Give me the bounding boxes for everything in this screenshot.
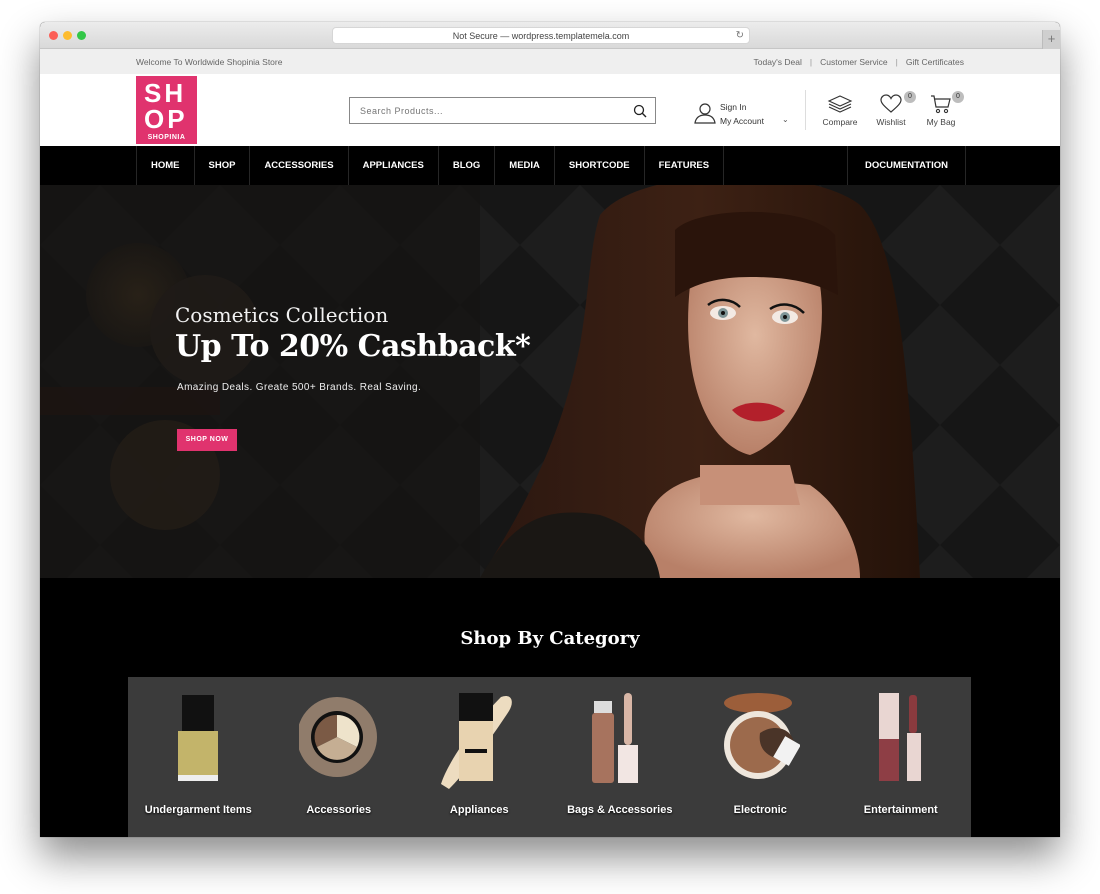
search-input[interactable] (350, 98, 620, 123)
search-box (349, 97, 656, 124)
welcome-text: Welcome To Worldwide Shopinia Store (136, 57, 283, 67)
hero-subtitle: Cosmetics Collection (175, 303, 389, 327)
nav-home[interactable]: HOME (136, 146, 194, 185)
zoom-window-button[interactable] (77, 31, 86, 40)
category-bags-accessories[interactable]: Bags & Accessories (550, 677, 691, 837)
reload-icon[interactable]: ↻ (736, 28, 744, 44)
category-electronic[interactable]: Electronic (690, 677, 831, 837)
nav-appliances[interactable]: APPLIANCES (347, 146, 438, 185)
category-appliances[interactable]: Appliances (409, 677, 550, 837)
compare-button[interactable]: Compare (818, 94, 862, 127)
gift-certificates-link[interactable]: Gift Certificates (906, 57, 964, 67)
heart-icon (880, 94, 902, 113)
hero-model-image (480, 185, 920, 578)
separator: | (895, 57, 898, 67)
nav-blog[interactable]: BLOG (437, 146, 494, 185)
top-links: Today's Deal | Customer Service | Gift C… (753, 57, 964, 67)
browser-window: Not Secure — wordpress.templatemela.com … (40, 22, 1060, 837)
wishlist-button[interactable]: Wishlist 0 (872, 91, 916, 127)
logo-line-2: OP (144, 104, 188, 134)
foundation-bottle-image (441, 693, 512, 789)
my-account-link[interactable]: My Account (720, 116, 764, 126)
category-name: Bags & Accessories (567, 804, 673, 816)
header-divider (805, 90, 806, 130)
minimize-window-button[interactable] (63, 31, 72, 40)
nav-documentation[interactable]: DOCUMENTATION (847, 146, 967, 185)
category-name: Accessories (306, 804, 372, 816)
wishlist-label: Wishlist (876, 117, 906, 127)
address-bar[interactable]: Not Secure — wordpress.templatemela.com … (332, 27, 750, 44)
category-name: Entertainment (863, 804, 938, 816)
site-header: SH OP SHOPINIA Sign In My Account ⌄ (40, 74, 1060, 146)
category-name: Undergarment Items (144, 804, 252, 816)
site-logo[interactable]: SH OP SHOPINIA (136, 76, 197, 144)
shop-by-category-section: Shop By Category Undergarment Items Acce… (40, 578, 1060, 837)
my-bag-button[interactable]: My Bag 0 (922, 91, 964, 127)
nail-polish-image (178, 695, 218, 781)
nav-features[interactable]: FEATURES (643, 146, 725, 185)
category-undergarment-items[interactable]: Undergarment Items (128, 677, 269, 837)
wishlist-count-badge: 0 (904, 91, 916, 103)
layers-icon (827, 95, 853, 113)
hero-description: Amazing Deals. Greate 500+ Brands. Real … (177, 382, 422, 393)
user-icon (694, 103, 716, 124)
separator: | (809, 57, 813, 67)
top-info-bar: Welcome To Worldwide Shopinia Store Toda… (40, 49, 1060, 74)
my-bag-label: My Bag (926, 117, 956, 127)
todays-deal-link[interactable]: Today's Deal (753, 57, 801, 67)
search-icon[interactable] (633, 104, 647, 118)
browser-titlebar: Not Secure — wordpress.templatemela.com … (40, 22, 1060, 49)
nav-media[interactable]: MEDIA (494, 146, 554, 185)
bag-count-badge: 0 (952, 91, 964, 103)
chevron-down-icon[interactable]: ⌄ (782, 115, 789, 124)
section-title: Shop By Category (460, 628, 640, 649)
new-tab-button[interactable]: + (1042, 30, 1060, 49)
eyeshadow-palette-image (298, 697, 377, 777)
shop-now-button[interactable]: SHOP NOW (177, 429, 237, 451)
hero-banner: Cosmetics Collection Up To 20% Cashback*… (40, 185, 1060, 578)
url-text: Not Secure — wordpress.templatemela.com (452, 31, 630, 41)
main-nav: HOME SHOP ACCESSORIES APPLIANCES BLOG ME… (40, 146, 1060, 185)
liquid-lipstick-image (878, 693, 921, 781)
hero-title: Up To 20% Cashback* (175, 329, 531, 364)
category-grid: Undergarment Items Accessories Appliance… (128, 677, 971, 837)
category-name: Electronic (733, 804, 787, 816)
logo-line-1: SH (144, 78, 187, 108)
nav-shop[interactable]: SHOP (193, 146, 250, 185)
cart-icon (931, 95, 951, 114)
category-accessories[interactable]: Accessories (269, 677, 410, 837)
category-entertainment[interactable]: Entertainment (831, 677, 972, 837)
nav-accessories[interactable]: ACCESSORIES (249, 146, 347, 185)
logo-brand: SHOPINIA (147, 134, 186, 141)
category-name: Appliances (449, 804, 509, 816)
sign-in-link[interactable]: Sign In (720, 102, 746, 112)
bronzer-compact-image (724, 693, 800, 779)
hero-copy: Cosmetics Collection Up To 20% Cashback*… (175, 303, 531, 451)
compare-label: Compare (822, 117, 858, 127)
account-menu[interactable]: Sign In My Account ⌄ (694, 100, 794, 130)
customer-service-link[interactable]: Customer Service (820, 57, 888, 67)
close-window-button[interactable] (49, 31, 58, 40)
lip-gloss-image (591, 693, 638, 783)
nav-shortcode[interactable]: SHORTCODE (553, 146, 644, 185)
